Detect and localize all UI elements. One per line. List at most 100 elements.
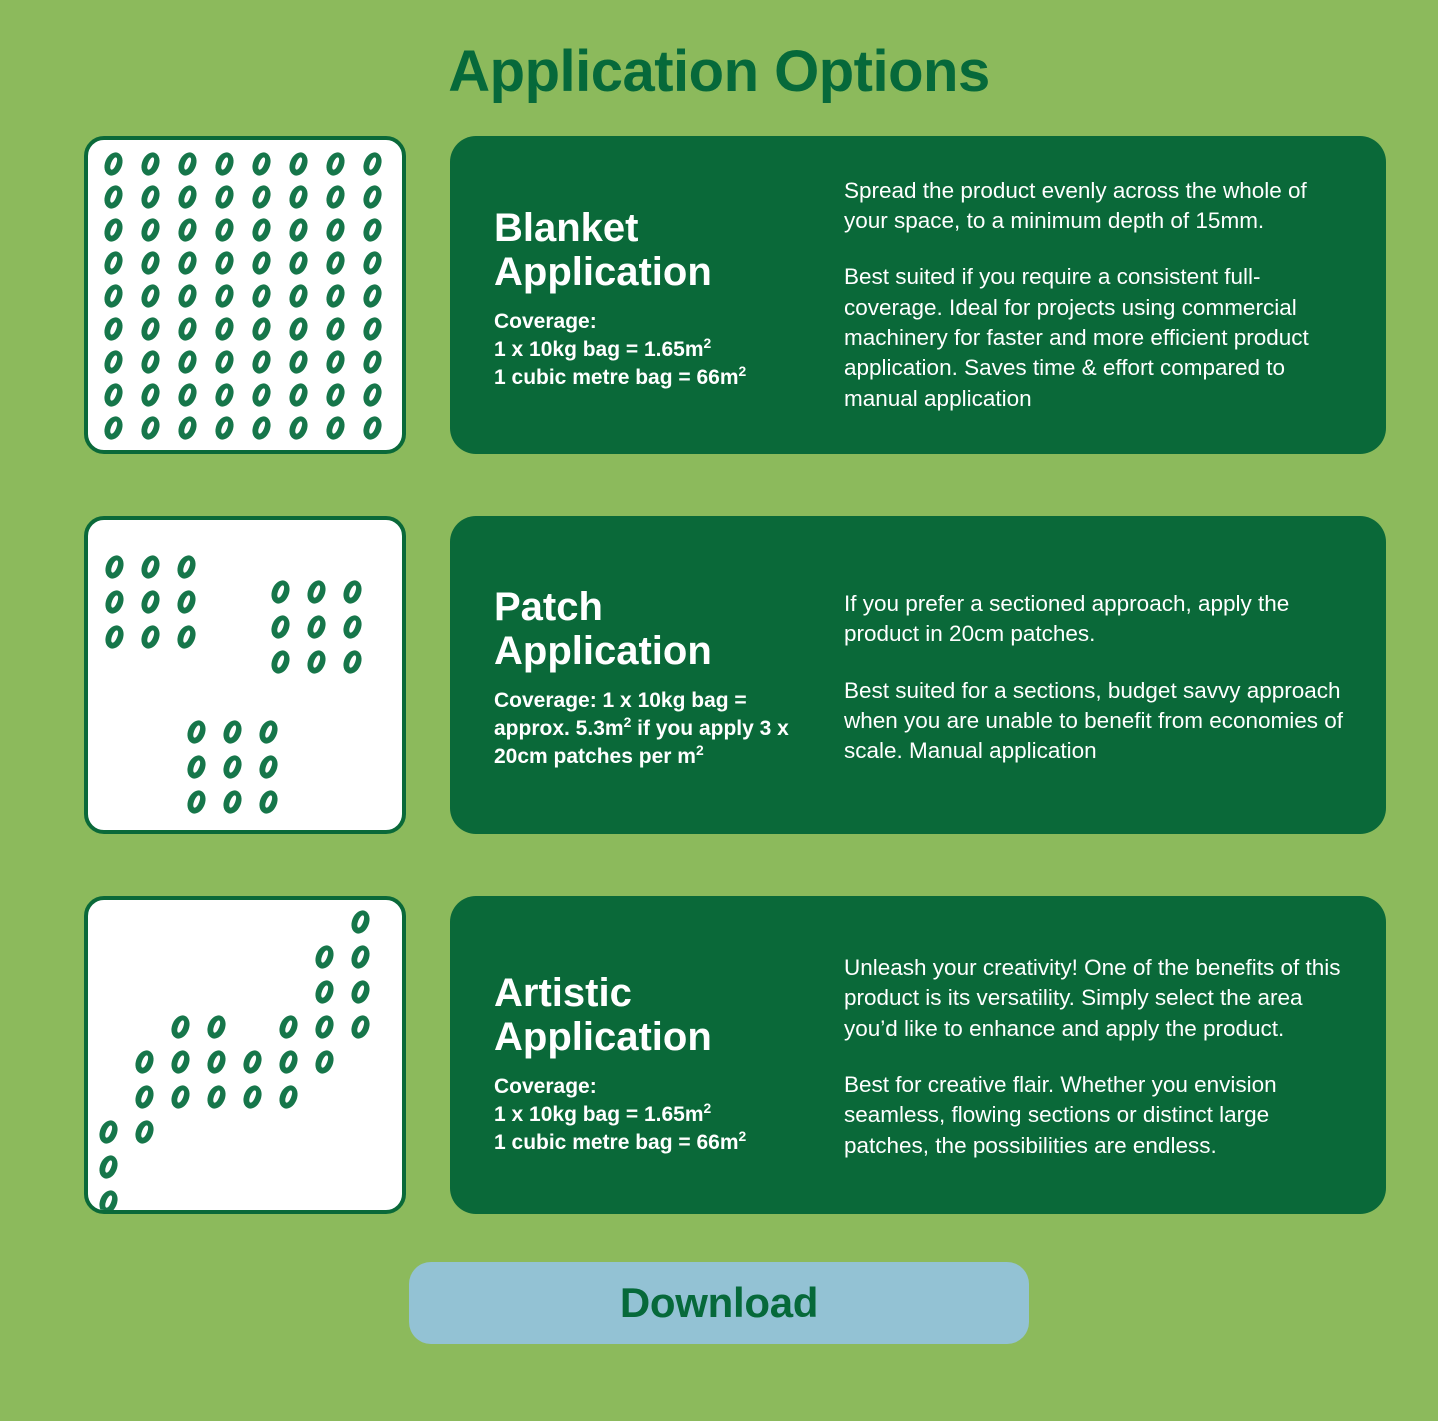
seed-icon (360, 149, 385, 179)
seed-icon (212, 413, 237, 443)
seed-icon (323, 182, 348, 212)
seed-icon (249, 380, 274, 410)
seed-icon (174, 587, 199, 617)
seed-icon (286, 248, 311, 278)
seed-icon (286, 380, 311, 410)
seed-icon (360, 248, 385, 278)
seed-icon (340, 647, 365, 677)
seed-icon (138, 314, 163, 344)
seed-icon (220, 717, 245, 747)
seed-icon (212, 215, 237, 245)
seed-icon (212, 380, 237, 410)
download-button-container: Download (0, 1261, 1438, 1344)
seed-icon (101, 215, 126, 245)
seed-icon (249, 413, 274, 443)
seed-icon (102, 622, 127, 652)
seed-icon (256, 787, 281, 817)
seed-icon (268, 577, 293, 607)
seed-icon (256, 717, 281, 747)
seed-icon (132, 1082, 157, 1112)
seed-icon (348, 977, 373, 1007)
seed-icon (174, 552, 199, 582)
seed-icon (212, 248, 237, 278)
seed-icon (184, 752, 209, 782)
seed-icon (138, 248, 163, 278)
seed-icon (102, 587, 127, 617)
info-card-left-artistic: Artistic Application Coverage: 1 x 10kg b… (494, 953, 840, 1157)
seed-icon (102, 552, 127, 582)
coverage-text-patch: Coverage: 1 x 10kg bag = approx. 5.3m2 i… (494, 689, 789, 768)
seed-icon (101, 281, 126, 311)
seed-icon (323, 281, 348, 311)
application-option-row-patch: Patch Application Coverage: 1 x 10kg bag… (84, 515, 1386, 834)
card-heading-artistic: Artistic Application (494, 971, 712, 1059)
seed-icon (249, 281, 274, 311)
seed-icon (323, 149, 348, 179)
seed-icon (268, 612, 293, 642)
seed-icon (276, 1047, 301, 1077)
info-card-right-blanket: Spread the product evenly across the who… (840, 176, 1356, 415)
seed-icon (360, 215, 385, 245)
seed-icon (286, 281, 311, 311)
seed-icon (184, 787, 209, 817)
pattern-box-blanket (84, 135, 406, 454)
application-option-row-blanket: Blanket Application Coverage: 1 x 10kg ba… (84, 135, 1386, 454)
seed-icon (323, 215, 348, 245)
seed-icon (101, 182, 126, 212)
info-card-right-patch: If you prefer a sectioned approach, appl… (840, 583, 1356, 767)
seed-icon (96, 1152, 121, 1182)
description-paragraph-1-artistic: Unleash your creativity! One of the bene… (844, 954, 1341, 1041)
seed-icon (212, 182, 237, 212)
seed-icon (168, 1082, 193, 1112)
seed-icon (220, 787, 245, 817)
seed-icon (249, 215, 274, 245)
seed-icon (204, 1047, 229, 1077)
seed-icon (101, 347, 126, 377)
seed-icon (175, 380, 200, 410)
seed-icon (240, 1047, 265, 1077)
seed-icon (340, 577, 365, 607)
seed-icon (249, 347, 274, 377)
seed-icon (268, 647, 293, 677)
seed-icon (204, 1082, 229, 1112)
info-card-left-blanket: Blanket Application Coverage: 1 x 10kg ba… (494, 198, 840, 392)
seed-icon (175, 248, 200, 278)
seed-icon (101, 380, 126, 410)
seed-icon (101, 413, 126, 443)
seed-icon (204, 1012, 229, 1042)
seed-icon (276, 1082, 301, 1112)
seed-icon (174, 622, 199, 652)
seed-icon (101, 248, 126, 278)
seed-icon (138, 281, 163, 311)
seed-icon (249, 248, 274, 278)
description-paragraph-1-blanket: Spread the product evenly across the who… (844, 177, 1307, 233)
seed-icon (175, 215, 200, 245)
seed-icon (360, 314, 385, 344)
seed-icon (175, 347, 200, 377)
seed-icon (175, 149, 200, 179)
seed-icon (360, 182, 385, 212)
seed-icon (132, 1117, 157, 1147)
info-card-blanket: Blanket Application Coverage: 1 x 10kg ba… (450, 135, 1386, 454)
seed-icon (175, 182, 200, 212)
seed-icon (286, 413, 311, 443)
seed-icon (348, 907, 373, 937)
description-paragraph-2-artistic: Best for creative flair. Whether you env… (844, 1071, 1277, 1158)
download-button[interactable]: Download (409, 1261, 1029, 1344)
seed-icon (286, 182, 311, 212)
seed-icon (286, 347, 311, 377)
seed-icon (175, 314, 200, 344)
seed-icon (312, 977, 337, 1007)
seed-icon (360, 380, 385, 410)
info-card-artistic: Artistic Application Coverage: 1 x 10kg b… (450, 895, 1386, 1214)
seed-icon (220, 752, 245, 782)
info-card-left-patch: Patch Application Coverage: 1 x 10kg bag… (494, 579, 840, 771)
seed-icon (138, 622, 163, 652)
seed-icon (240, 1082, 265, 1112)
info-card-patch: Patch Application Coverage: 1 x 10kg bag… (450, 515, 1386, 834)
seed-icon (212, 347, 237, 377)
seed-icon (138, 182, 163, 212)
seed-icon (360, 281, 385, 311)
seed-icon (304, 647, 329, 677)
seed-icon (360, 413, 385, 443)
